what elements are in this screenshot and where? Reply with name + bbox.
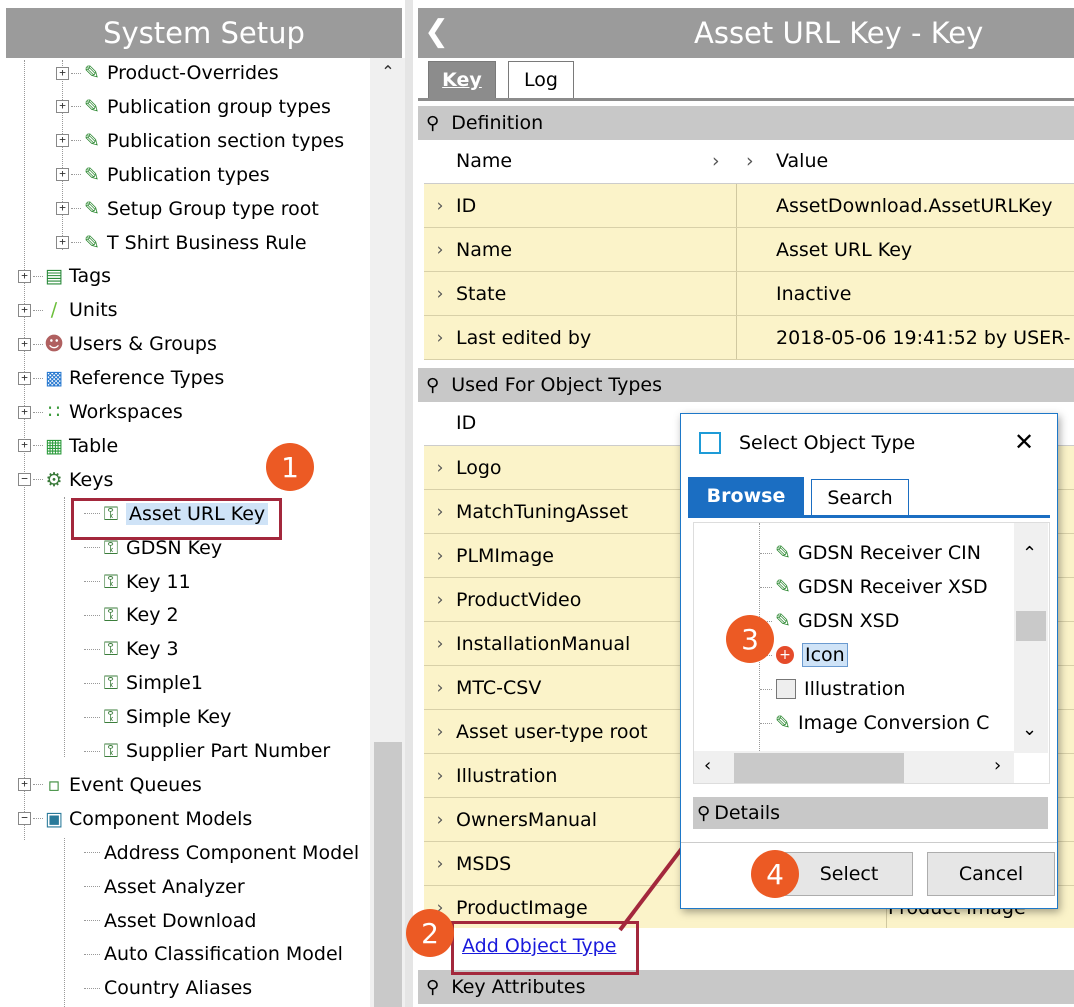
object-type-item[interactable]: ✎ GDSN XSD bbox=[760, 605, 899, 637]
setup-group-icon: ✎ bbox=[775, 610, 791, 632]
tree-connector bbox=[760, 722, 772, 724]
select-object-type-dialog: Select Object Type ✕ Browse Search ✎ GDSN… bbox=[680, 413, 1058, 909]
cancel-button[interactable]: Cancel bbox=[927, 852, 1055, 896]
scroll-left-icon[interactable]: ‹ bbox=[704, 755, 711, 776]
object-type-label: Illustration bbox=[804, 678, 906, 700]
scrollbar-thumb[interactable] bbox=[734, 753, 904, 783]
object-type-label: GDSN Receiver XSD bbox=[798, 576, 988, 598]
setup-group-icon: ✎ bbox=[775, 712, 791, 734]
scroll-right-icon[interactable]: › bbox=[994, 755, 1001, 776]
dialog-button-separator bbox=[681, 842, 1057, 843]
dialog-window-icon bbox=[699, 432, 721, 454]
select-button[interactable]: Select bbox=[785, 852, 913, 896]
object-type-item[interactable]: ✎ GDSN Receiver CIN bbox=[760, 537, 981, 569]
details-section-header[interactable]: ⚲ Details bbox=[693, 797, 1048, 829]
details-label: Details bbox=[714, 802, 781, 824]
dialog-title-bar: Select Object Type ✕ bbox=[681, 414, 1057, 474]
object-type-label: GDSN XSD bbox=[798, 610, 900, 632]
object-type-item[interactable]: Illustration bbox=[760, 673, 905, 705]
step-marker-3: 3 bbox=[726, 615, 774, 663]
dialog-tab-search[interactable]: Search bbox=[811, 479, 909, 517]
scrollbar-thumb[interactable] bbox=[1016, 611, 1046, 641]
illustration-icon bbox=[776, 679, 796, 699]
step-marker-1: 1 bbox=[266, 443, 314, 491]
pin-icon: ⚲ bbox=[697, 802, 711, 824]
object-type-label: Icon bbox=[802, 643, 848, 667]
tab-browse-label: Browse bbox=[706, 485, 786, 507]
dialog-title: Select Object Type bbox=[739, 432, 916, 454]
object-type-label: GDSN Receiver CIN bbox=[798, 542, 981, 564]
scroll-down-icon[interactable]: ⌄ bbox=[1022, 719, 1037, 740]
object-type-item[interactable]: ✎ GDSN Receiver XSD bbox=[760, 571, 988, 603]
setup-group-icon: ✎ bbox=[775, 542, 791, 564]
step-marker-2: 2 bbox=[406, 909, 454, 957]
tab-search-label: Search bbox=[827, 487, 893, 509]
cancel-button-label: Cancel bbox=[958, 863, 1024, 885]
tree-connector bbox=[760, 552, 772, 554]
object-type-item[interactable]: ✎ Image Conversion C bbox=[760, 707, 989, 739]
tree-connector bbox=[760, 688, 772, 690]
add-object-icon: + bbox=[776, 646, 794, 664]
dialog-tab-browse[interactable]: Browse bbox=[688, 477, 804, 515]
scroll-up-icon[interactable]: ⌃ bbox=[1022, 543, 1037, 564]
tab-strip-border bbox=[688, 515, 1050, 518]
setup-group-icon: ✎ bbox=[775, 576, 791, 598]
object-type-label: Image Conversion C bbox=[798, 712, 990, 734]
step-marker-4: 4 bbox=[751, 850, 799, 898]
tree-connector bbox=[760, 586, 772, 588]
select-button-label: Select bbox=[819, 863, 879, 885]
close-icon[interactable]: ✕ bbox=[1014, 428, 1034, 456]
